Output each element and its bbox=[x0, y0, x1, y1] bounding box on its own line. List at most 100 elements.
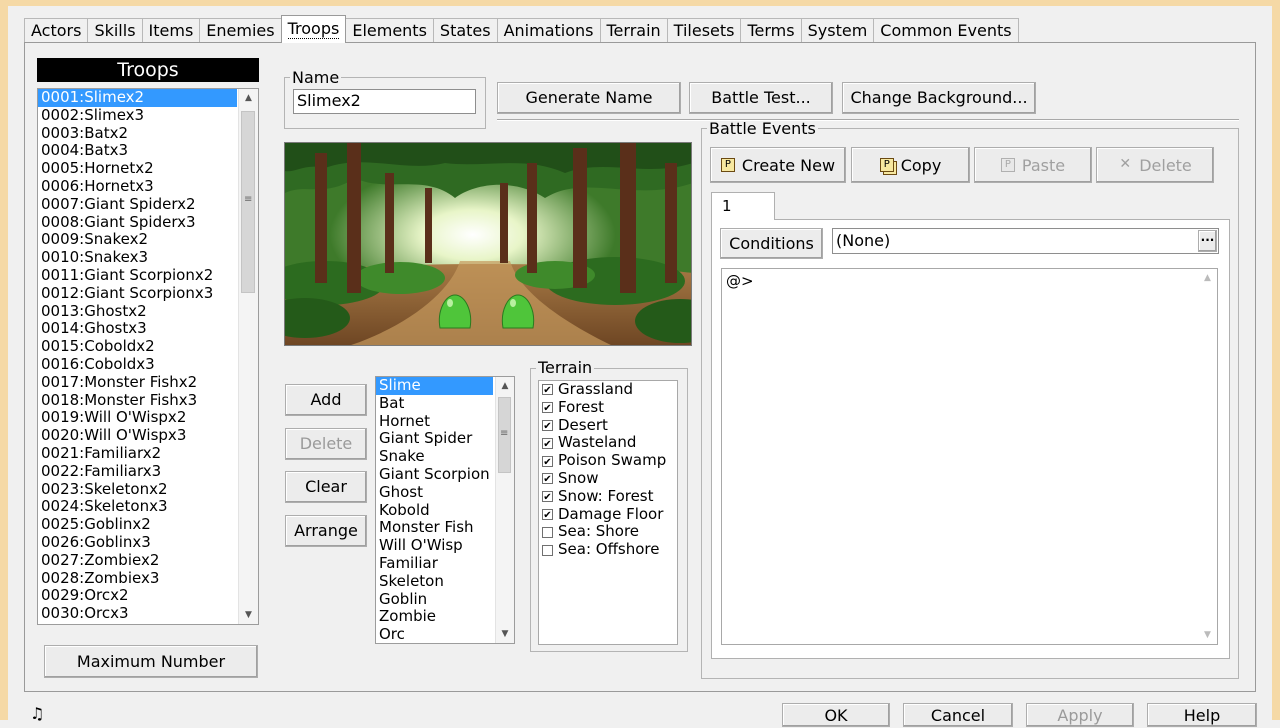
troop-list-item[interactable]: 0003:Batx2 bbox=[38, 124, 237, 143]
tab-terrain[interactable]: Terrain bbox=[599, 18, 668, 43]
scroll-down-arrow-icon[interactable]: ▼ bbox=[239, 606, 258, 624]
checked-checkbox-icon[interactable] bbox=[542, 508, 553, 520]
help-button[interactable]: Help bbox=[1147, 703, 1257, 727]
terrain-checkbox-row[interactable]: Sea: Offshore bbox=[539, 540, 677, 559]
arrange-button[interactable]: Arrange bbox=[285, 515, 367, 547]
cancel-button[interactable]: Cancel bbox=[903, 703, 1013, 727]
clear-button[interactable]: Clear bbox=[285, 471, 367, 503]
enemy-list-item[interactable]: Slime bbox=[376, 377, 493, 395]
troop-list-item[interactable]: 0023:Skeletonx2 bbox=[38, 480, 237, 499]
troop-list-item[interactable]: 0006:Hornetx3 bbox=[38, 177, 237, 196]
troop-list-item[interactable]: 0019:Will O'Wispx2 bbox=[38, 409, 237, 427]
tab-items[interactable]: Items bbox=[141, 18, 201, 43]
copy-button[interactable]: P Copy bbox=[851, 147, 970, 183]
tab-elements[interactable]: Elements bbox=[345, 18, 434, 43]
troop-list-item[interactable]: 0013:Ghostx2 bbox=[38, 302, 237, 321]
troop-list-item[interactable]: 0015:Coboldx2 bbox=[38, 337, 237, 356]
troop-list-item[interactable]: 0001:Slimex2 bbox=[38, 89, 237, 107]
delete-event-button[interactable]: ✕ Delete bbox=[1096, 147, 1214, 183]
tab-troops[interactable]: Troops bbox=[280, 15, 347, 43]
troop-list-item[interactable]: 0007:Giant Spiderx2 bbox=[38, 195, 237, 214]
troop-list-item[interactable]: 0029:Orcx2 bbox=[38, 587, 237, 605]
checked-checkbox-icon[interactable] bbox=[542, 384, 553, 396]
troop-list-item[interactable]: 0016:Coboldx3 bbox=[38, 355, 237, 374]
scroll-down-arrow-icon[interactable]: ▼ bbox=[496, 625, 514, 643]
add-button[interactable]: Add bbox=[285, 384, 367, 416]
troop-list-item[interactable]: 0017:Monster Fishx2 bbox=[38, 373, 237, 392]
terrain-checkbox-row[interactable]: Wasteland bbox=[539, 434, 677, 452]
event-page-tab-1[interactable]: 1 bbox=[711, 192, 775, 220]
terrain-checkbox-row[interactable]: Grassland bbox=[539, 380, 677, 399]
event-commands-list[interactable]: @> ▲ ▼ bbox=[721, 268, 1218, 645]
enemies-list-scrollbar[interactable]: ▲ ≡ ▼ bbox=[495, 377, 514, 643]
scroll-up-arrow-icon[interactable]: ▲ bbox=[239, 89, 258, 107]
terrain-checkbox-row[interactable]: Desert bbox=[539, 416, 677, 435]
troop-list-item[interactable]: 0012:Giant Scorpionx3 bbox=[38, 284, 237, 303]
event-command-line[interactable]: @> bbox=[722, 269, 1217, 290]
create-new-button[interactable]: P Create New bbox=[710, 147, 846, 183]
troop-list-item[interactable]: 0021:Familiarx2 bbox=[38, 444, 237, 463]
enemy-list-item[interactable]: Snake bbox=[376, 448, 493, 466]
checked-checkbox-icon[interactable] bbox=[542, 437, 553, 449]
enemy-list-item[interactable]: Bat bbox=[376, 395, 493, 413]
enemy-list-item[interactable]: Familiar bbox=[376, 555, 493, 573]
tab-enemies[interactable]: Enemies bbox=[199, 18, 282, 43]
enemy-list-item[interactable]: Zombie bbox=[376, 608, 493, 626]
troop-list-item[interactable]: 0011:Giant Scorpionx2 bbox=[38, 266, 237, 285]
scroll-thumb[interactable]: ≡ bbox=[241, 111, 255, 293]
troop-list-item[interactable]: 0004:Batx3 bbox=[38, 142, 237, 160]
troop-list-item[interactable]: 0030:Orcx3 bbox=[38, 604, 237, 623]
terrain-checkbox-row[interactable]: Sea: Shore bbox=[539, 523, 677, 541]
tab-states[interactable]: States bbox=[432, 18, 498, 43]
generate-name-button[interactable]: Generate Name bbox=[497, 82, 681, 114]
conditions-field[interactable]: (None) bbox=[832, 228, 1219, 254]
scroll-thumb[interactable]: ≡ bbox=[498, 397, 511, 473]
troop-list-item[interactable]: 0024:Skeletonx3 bbox=[38, 498, 237, 516]
tab-terms[interactable]: Terms bbox=[740, 18, 802, 43]
troop-list-item[interactable]: 0026:Goblinx3 bbox=[38, 533, 237, 552]
enemy-list-item[interactable]: Monster Fish bbox=[376, 519, 493, 537]
troop-list-item[interactable]: 0018:Monster Fishx3 bbox=[38, 391, 237, 410]
terrain-checkbox-row[interactable]: Damage Floor bbox=[539, 505, 677, 524]
battle-test-button[interactable]: Battle Test... bbox=[689, 82, 833, 114]
tab-skills[interactable]: Skills bbox=[87, 18, 143, 43]
tab-tilesets[interactable]: Tilesets bbox=[666, 18, 742, 43]
troop-list-item[interactable]: 0002:Slimex3 bbox=[38, 106, 237, 125]
event-commands-scrollbar[interactable]: ▲ ▼ bbox=[1198, 269, 1217, 644]
change-background-button[interactable]: Change Background... bbox=[842, 82, 1036, 114]
terrain-checkbox-row[interactable]: Forest bbox=[539, 398, 677, 417]
checked-checkbox-icon[interactable] bbox=[542, 491, 553, 503]
terrain-checkbox-row[interactable]: Poison Swamp bbox=[539, 451, 677, 470]
unchecked-checkbox-icon[interactable] bbox=[542, 526, 553, 538]
ok-button[interactable]: OK bbox=[782, 703, 890, 727]
troop-list-item[interactable]: 0009:Snakex2 bbox=[38, 231, 237, 249]
tab-system[interactable]: System bbox=[800, 18, 875, 43]
troop-list-item[interactable]: 0014:Ghostx3 bbox=[38, 320, 237, 338]
delete-member-button[interactable]: Delete bbox=[285, 428, 367, 460]
conditions-button[interactable]: Conditions bbox=[720, 228, 823, 259]
enemy-list-item[interactable]: Giant Spider bbox=[376, 430, 493, 448]
terrain-checkbox-row[interactable]: Snow bbox=[539, 469, 677, 488]
unchecked-checkbox-icon[interactable] bbox=[542, 544, 553, 556]
checked-checkbox-icon[interactable] bbox=[542, 455, 553, 467]
enemy-list-item[interactable]: Hornet bbox=[376, 413, 493, 431]
troop-list-item[interactable]: 0027:Zombiex2 bbox=[38, 551, 237, 570]
enemy-list-item[interactable]: Goblin bbox=[376, 591, 493, 609]
enemy-list-item[interactable]: Skeleton bbox=[376, 573, 493, 591]
maximum-number-button[interactable]: Maximum Number bbox=[44, 645, 258, 678]
troop-list-item[interactable]: 0025:Goblinx2 bbox=[38, 515, 237, 534]
enemy-list-item[interactable]: Giant Scorpion bbox=[376, 466, 493, 484]
enemy-list-item[interactable]: Orc bbox=[376, 626, 493, 643]
music-note-icon[interactable]: ♫ bbox=[30, 704, 44, 723]
scroll-up-arrow-icon[interactable]: ▲ bbox=[496, 377, 514, 395]
checked-checkbox-icon[interactable] bbox=[542, 419, 553, 431]
enemies-list[interactable]: Slime Bat Hornet Giant Spider Snake Giant Sco… bbox=[375, 376, 515, 644]
paste-button[interactable]: P Paste bbox=[974, 147, 1092, 183]
checked-checkbox-icon[interactable] bbox=[542, 402, 553, 414]
conditions-more-button[interactable]: ... bbox=[1198, 230, 1217, 252]
terrain-checkbox-row[interactable]: Snow: Forest bbox=[539, 487, 677, 506]
enemy-list-item[interactable]: Will O'Wisp bbox=[376, 537, 493, 555]
enemy-list-item[interactable]: Ghost bbox=[376, 484, 493, 502]
name-field[interactable]: Slimex2 bbox=[293, 89, 476, 114]
troops-list[interactable]: 0001:Slimex2 0002:Slimex3 0003:Batx2 0004:B… bbox=[37, 88, 259, 625]
